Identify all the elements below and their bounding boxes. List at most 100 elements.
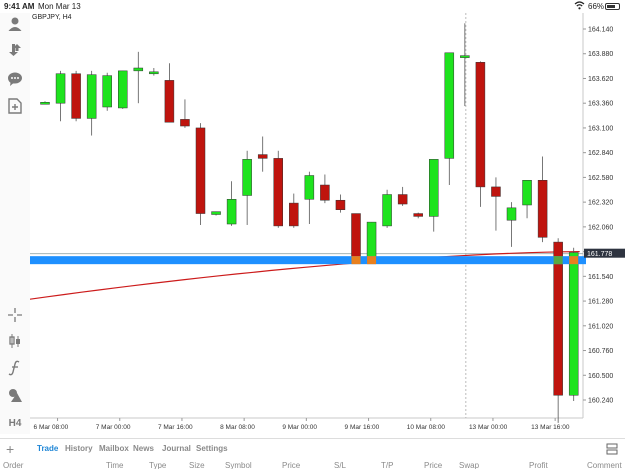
account-button[interactable] (4, 13, 26, 35)
add-icon[interactable]: + (6, 441, 14, 457)
price-chart[interactable]: 164.140 163.880 163.620 163.360 163.100 162.8… (30, 13, 625, 434)
time-label: 7 Mar 00:00 (96, 424, 131, 431)
chart-type-button[interactable] (4, 330, 26, 352)
position-marker (569, 256, 579, 265)
trade-table-header: Order Time Type Size Symbol Price S/L T/… (0, 458, 625, 469)
time-label: 13 Mar 16:00 (531, 424, 570, 431)
candles-icon (9, 334, 20, 348)
tab-history[interactable]: History (65, 444, 93, 453)
battery-icon (605, 3, 620, 10)
time-label: 6 Mar 08:00 (34, 424, 69, 431)
bull-candle (226, 199, 237, 225)
col-current-price: Price (424, 461, 443, 469)
time-label: 9 Mar 00:00 (282, 424, 317, 431)
objects-icon (9, 389, 22, 402)
col-time: Time (106, 461, 124, 469)
price-label: 162.320 (588, 200, 613, 207)
bear-candle (491, 186, 501, 197)
bear-candle (397, 194, 408, 205)
bull-candle (133, 67, 144, 72)
price-label: 160.760 (588, 348, 613, 355)
bull-candle (506, 207, 517, 221)
indicators-button[interactable] (4, 357, 26, 379)
col-size: Size (189, 461, 205, 469)
crosshair-button[interactable] (4, 304, 26, 326)
bull-candle (444, 52, 455, 159)
price-label: 162.060 (588, 224, 613, 231)
bear-candle (475, 62, 486, 188)
open-position-line (30, 256, 586, 265)
tab-settings[interactable]: Settings (196, 444, 228, 453)
tab-journal[interactable]: Journal (162, 444, 191, 453)
status-date: Mon Mar 13 (38, 2, 81, 11)
bull-candle (149, 71, 159, 75)
tab-trade[interactable]: Trade (37, 444, 58, 453)
bull-candle (86, 74, 97, 119)
price-label: 164.140 (588, 27, 613, 34)
objects-button[interactable] (4, 384, 26, 406)
col-profit: Profit (529, 461, 548, 469)
price-label: 163.360 (588, 101, 613, 108)
price-label: 161.540 (588, 274, 613, 281)
bull-candle (568, 252, 579, 396)
crosshair-icon (8, 308, 22, 322)
col-swap: Swap (459, 461, 480, 469)
price-label: 160.240 (588, 398, 613, 405)
bear-candle (413, 213, 423, 217)
col-order: Order (3, 461, 24, 469)
bull-candle (522, 180, 532, 206)
bear-candle (289, 202, 299, 227)
bull-candle (242, 159, 252, 196)
bear-candle (71, 73, 81, 119)
bear-candle (195, 127, 206, 214)
bull-candle (304, 175, 315, 200)
bull-candle (460, 55, 470, 58)
time-label: 13 Mar 00:00 (469, 424, 508, 431)
status-time: 9:41 AM (4, 2, 35, 11)
split-view-icon[interactable] (606, 443, 618, 455)
price-label: 161.280 (588, 299, 613, 306)
chat-button[interactable] (4, 68, 26, 90)
col-tp: T/P (381, 461, 394, 469)
bear-candle (320, 184, 330, 201)
price-label: 163.620 (588, 76, 613, 83)
new-order-button[interactable] (4, 95, 26, 117)
position-marker (367, 256, 377, 265)
bear-candle (257, 154, 268, 159)
arrows-icon (9, 44, 21, 56)
bull-candle (102, 75, 112, 108)
bull-candle (366, 221, 377, 259)
function-icon (8, 360, 20, 376)
price-label: 161.020 (588, 323, 613, 330)
bear-candle (180, 119, 190, 127)
col-sl: S/L (334, 461, 347, 469)
bull-candle (40, 101, 50, 105)
chart-side-toolbar: H4 (0, 13, 30, 434)
time-label: 7 Mar 16:00 (158, 424, 193, 431)
tab-mailbox[interactable]: Mailbox (99, 444, 129, 453)
bear-candle (164, 80, 175, 123)
bull-candle (429, 159, 439, 217)
chart-canvas[interactable]: 164.140 163.880 163.620 163.360 163.100 162.8… (30, 13, 625, 434)
col-comment: Comment (587, 461, 622, 469)
price-label: 162.840 (588, 150, 613, 157)
quotes-button[interactable] (4, 39, 26, 61)
bull-candle (55, 73, 66, 104)
bear-candle (537, 180, 548, 238)
person-icon (8, 17, 22, 31)
price-label: 163.100 (588, 125, 613, 132)
bear-candle (273, 158, 283, 227)
time-label: 8 Mar 08:00 (220, 424, 255, 431)
time-label: 9 Mar 16:00 (345, 424, 380, 431)
battery-percent: 66% (588, 2, 605, 11)
timeframe-button[interactable]: H4 (4, 412, 26, 434)
col-symbol: Symbol (225, 461, 252, 469)
bull-candle (118, 70, 128, 109)
new-order-icon (8, 98, 22, 114)
bull-candle (211, 211, 221, 215)
chart-symbol-label: GBPJPY, H4 (32, 14, 72, 21)
bear-candle (335, 199, 346, 210)
tab-news[interactable]: News (133, 444, 154, 453)
bottom-tab-bar: + Trade History Mailbox News Journal Set… (0, 438, 625, 458)
wifi-icon (574, 1, 585, 10)
